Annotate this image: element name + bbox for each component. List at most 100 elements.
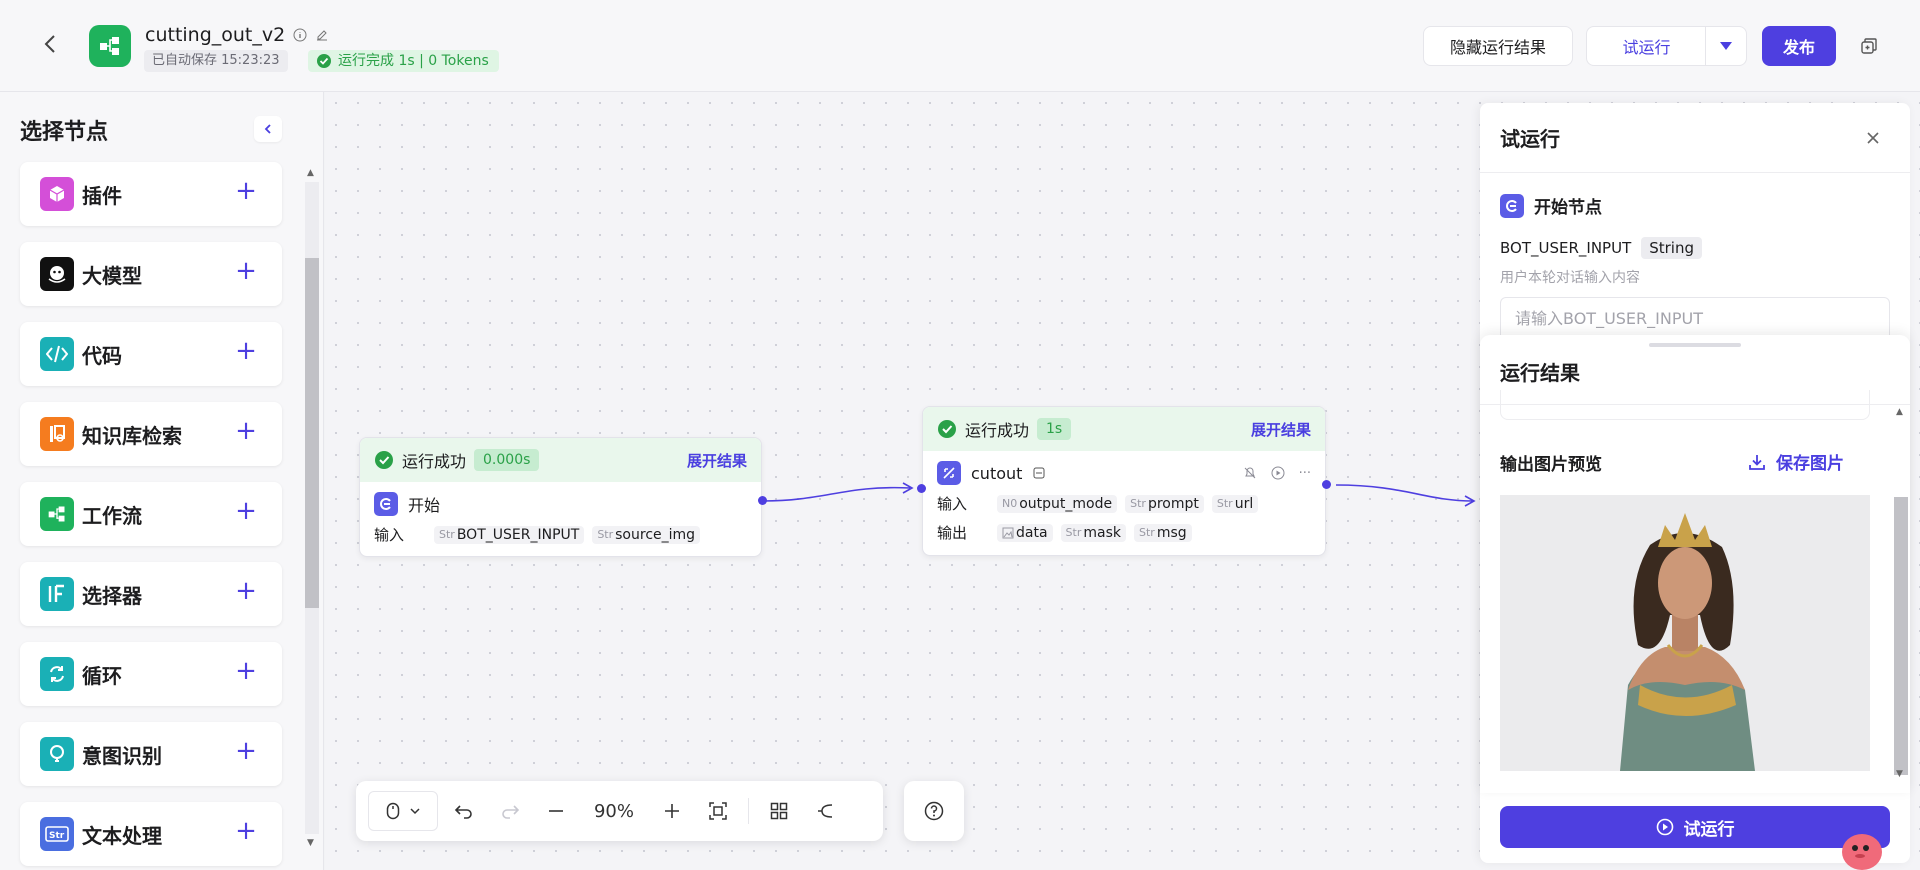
output-port[interactable] (758, 496, 767, 505)
input-label: 输入 (937, 495, 968, 513)
trial-run-dropdown-button[interactable] (1705, 26, 1747, 66)
scroll-down-icon[interactable]: ▼ (1896, 769, 1903, 779)
collapse-sidebar-button[interactable] (254, 116, 282, 142)
add-knowledge-button[interactable]: + (234, 418, 258, 444)
add-code-button[interactable]: + (234, 338, 258, 364)
node-item-code[interactable]: 代码 + (20, 322, 282, 386)
portrait-image (1500, 495, 1870, 771)
param-chip: N0 output_mode (997, 494, 1118, 513)
hide-results-button[interactable]: 隐藏运行结果 (1423, 26, 1573, 66)
node-item-label: 知识库检索 (82, 423, 182, 448)
node-input-row: 输入 N0 output_mode Str prompt Str url (923, 489, 1325, 518)
interaction-mode-selector[interactable] (368, 791, 438, 831)
node-time-badge: 1s (1037, 418, 1072, 440)
zoom-in-button[interactable] (652, 791, 692, 831)
fit-view-icon (709, 802, 727, 820)
start-node[interactable]: 运行成功 0.000s 展开结果 开始 输入 Str BOT_USER_INPUT… (359, 437, 762, 557)
node-title-row: 开始 (360, 482, 761, 520)
start-node-section: 开始节点 (1500, 193, 1602, 218)
zoom-out-button[interactable] (536, 791, 576, 831)
layout-button[interactable] (759, 791, 799, 831)
add-plugin-button[interactable]: + (234, 178, 258, 204)
node-item-plugin[interactable]: 插件 + (20, 162, 282, 226)
expand-results-link[interactable]: 展开结果 (687, 450, 747, 471)
sidebar-title: 选择节点 (20, 120, 109, 145)
help-button[interactable] (904, 781, 964, 841)
run-results-sheet: 运行结果 输出图片预览 保存图片 ▲ ▼ (1480, 335, 1910, 793)
add-selector-button[interactable]: + (234, 578, 258, 604)
sidebar-scrollbar[interactable]: ▲ ▼ (304, 168, 320, 848)
chevron-left-icon (264, 124, 271, 134)
node-item-loop[interactable]: 循环 + (20, 642, 282, 706)
mouse-icon (386, 802, 400, 820)
workflow-app-icon (89, 25, 131, 67)
param-chip: Str msg (1134, 523, 1192, 542)
scroll-up-icon[interactable]: ▲ (1896, 407, 1903, 417)
node-item-label: 工作流 (82, 503, 142, 528)
output-image-preview[interactable] (1500, 495, 1870, 771)
more-icon[interactable]: ··· (1299, 466, 1311, 481)
play-circle-icon[interactable] (1271, 466, 1285, 480)
add-text-button[interactable]: + (234, 818, 258, 844)
minus-icon (549, 810, 563, 812)
param-chip: Str mask (1060, 523, 1126, 542)
fit-view-button[interactable] (698, 791, 738, 831)
save-image-button[interactable]: 保存图片 (1748, 449, 1844, 474)
bell-off-icon[interactable] (1243, 466, 1257, 480)
grid-icon (770, 802, 788, 820)
connector-style-button[interactable] (805, 791, 845, 831)
node-item-selector[interactable]: 选择器 + (20, 562, 282, 626)
input-port[interactable] (917, 484, 926, 493)
start-icon (1500, 193, 1524, 218)
trial-run-button[interactable]: 试运行 (1586, 26, 1706, 66)
input-label: 输入 (374, 526, 405, 544)
drag-handle[interactable] (1649, 343, 1741, 347)
scrollbar-thumb[interactable] (1894, 497, 1908, 775)
chevron-down-icon (410, 808, 420, 815)
redo-button[interactable] (490, 791, 530, 831)
run-status-text: 运行完成 1s | 0 Tokens (338, 53, 489, 69)
expand-results-link[interactable]: 展开结果 (1251, 419, 1311, 440)
copy-button[interactable] (1852, 26, 1886, 66)
save-image-label: 保存图片 (1776, 454, 1844, 474)
close-panel-button[interactable] (1862, 127, 1884, 149)
intent-icon (40, 737, 74, 771)
scroll-down-icon[interactable]: ▼ (307, 838, 314, 848)
node-item-knowledge[interactable]: 知识库检索 + (20, 402, 282, 466)
caret-down-icon (1720, 42, 1732, 50)
cutout-node[interactable]: 运行成功 1s 展开结果 cutout ··· 输入 N0 output_mode… (922, 406, 1326, 556)
add-intent-button[interactable]: + (234, 738, 258, 764)
param-row: BOT_USER_INPUT String (1500, 237, 1702, 259)
add-llm-button[interactable]: + (234, 258, 258, 284)
node-item-workflow[interactable]: 工作流 + (20, 482, 282, 546)
scroll-up-icon[interactable]: ▲ (307, 168, 314, 178)
output-port[interactable] (1322, 480, 1331, 489)
node-item-intent[interactable]: 意图识别 + (20, 722, 282, 786)
connector-start-cutout (762, 486, 911, 502)
run-status-badge: 运行完成 1s | 0 Tokens (308, 50, 499, 72)
info-icon[interactable] (293, 28, 307, 42)
check-circle-icon (938, 420, 956, 438)
add-workflow-button[interactable]: + (234, 498, 258, 524)
assistant-mascot-icon[interactable] (1838, 822, 1886, 870)
back-button[interactable] (36, 30, 64, 58)
param-type-badge: String (1641, 237, 1702, 259)
undo-button[interactable] (444, 791, 484, 831)
scrollbar-thumb[interactable] (305, 258, 319, 608)
close-icon (1867, 132, 1879, 144)
redo-icon (502, 805, 520, 819)
undo-icon (454, 805, 472, 819)
add-loop-button[interactable]: + (234, 658, 258, 684)
publish-button[interactable]: 发布 (1762, 26, 1836, 66)
run-test-button[interactable]: 试运行 (1500, 806, 1890, 848)
loop-icon (40, 657, 74, 691)
zoom-level[interactable]: 90% (582, 801, 646, 822)
node-status-bar: 运行成功 0.000s 展开结果 (360, 438, 761, 482)
plus-icon (665, 804, 679, 818)
results-scrollbar[interactable]: ▲ ▼ (1892, 405, 1908, 781)
node-sidebar: 选择节点 插件 + 大模型 + 代码 + 知识库检索 + 工作流 + 选择器 +… (0, 92, 324, 870)
edit-icon[interactable] (315, 28, 329, 42)
node-title-row: cutout ··· (923, 451, 1325, 489)
node-item-text[interactable]: Str 文本处理 + (20, 802, 282, 866)
node-item-llm[interactable]: 大模型 + (20, 242, 282, 306)
